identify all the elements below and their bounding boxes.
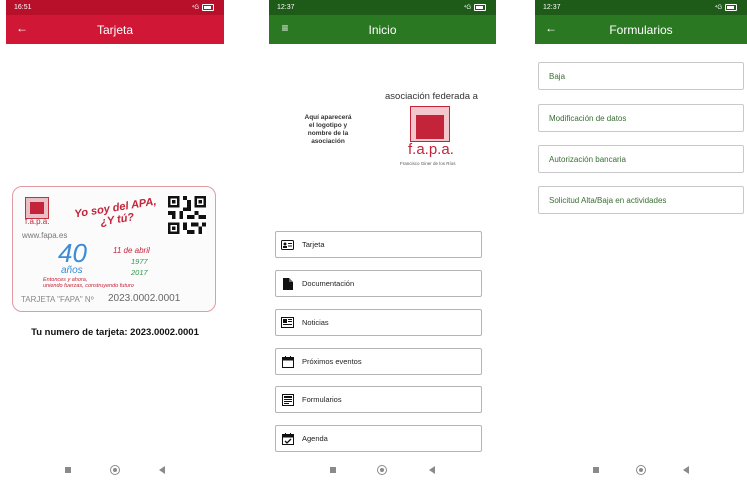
screen-formularios: 12:37 ⁴G ← Formularios Baja Modificación… bbox=[535, 0, 747, 485]
anniversary-date: 11 de abril bbox=[113, 246, 150, 255]
form-icon bbox=[281, 393, 294, 406]
membership-card: f.a.p.a. www.fapa.es Yo soy del APA, ¿Y … bbox=[12, 186, 216, 312]
form-label: Autorización bancaria bbox=[549, 154, 626, 164]
form-button-solicitud-actividades[interactable]: Solicitud Alta/Baja en actividades bbox=[538, 186, 744, 214]
system-nav-bar bbox=[535, 455, 747, 485]
form-label: Modificación de datos bbox=[549, 113, 627, 123]
year-end: 2017 bbox=[131, 268, 148, 277]
logo-placeholder-text: Aquí aparecerá el logotipo y nombre de l… bbox=[293, 114, 363, 146]
recents-icon[interactable] bbox=[65, 467, 72, 473]
card-number-text: Tu numero de tarjeta: 2023.0002.0001 bbox=[31, 327, 199, 338]
card-slogan: Yo soy del APA, ¿Y tú? bbox=[74, 196, 159, 233]
status-time: 16:51 bbox=[14, 4, 32, 11]
menu-button-agenda[interactable]: Agenda bbox=[275, 425, 482, 452]
fapa-logo-icon bbox=[25, 197, 49, 219]
page-title: Inicio bbox=[368, 22, 397, 37]
arrow-back-icon[interactable]: ← bbox=[14, 21, 30, 35]
federada-text: asociación federada a bbox=[385, 91, 478, 102]
menu-button-proximos-eventos[interactable]: Próximos eventos bbox=[275, 348, 482, 375]
year-start: 1977 bbox=[131, 257, 148, 266]
fapa-logo-text: f.a.p.a. bbox=[408, 141, 454, 158]
form-button-autorizacion-bancaria[interactable]: Autorización bancaria bbox=[538, 145, 744, 173]
document-icon bbox=[281, 277, 294, 290]
calendar-icon bbox=[281, 355, 294, 368]
battery-icon bbox=[725, 4, 737, 11]
calendar-check-icon bbox=[281, 432, 294, 445]
battery-icon bbox=[202, 4, 214, 11]
signal-icon: ⁴G bbox=[463, 4, 471, 11]
signal-icon: ⁴G bbox=[191, 4, 199, 11]
menu-button-formularios[interactable]: Formularios bbox=[275, 386, 482, 413]
status-time: 12:37 bbox=[277, 4, 295, 11]
card-motto: Entonces y ahora, uniendo fuerzas, const… bbox=[43, 277, 134, 289]
form-label: Baja bbox=[549, 71, 566, 81]
screen-tarjeta: 16:51 ⁴G ← Tarjeta f.a.p.a. www.fapa.es … bbox=[6, 0, 224, 485]
card-org-name: f.a.p.a. bbox=[25, 217, 50, 226]
status-time: 12:37 bbox=[543, 4, 561, 11]
battery-icon bbox=[474, 4, 486, 11]
status-bar: 12:37 ⁴G bbox=[269, 0, 496, 15]
status-bar: 16:51 ⁴G bbox=[6, 0, 224, 15]
card-number-label: TARJETA "FAPA" Nº bbox=[21, 295, 94, 304]
menu-icon[interactable]: ≡ bbox=[277, 21, 293, 35]
menu-label: Agenda bbox=[302, 434, 328, 443]
placeholder-line-3: nombre de la bbox=[307, 130, 349, 137]
menu-button-noticias[interactable]: Noticias bbox=[275, 309, 482, 336]
form-button-modificacion-datos[interactable]: Modificación de datos bbox=[538, 104, 744, 132]
system-nav-bar bbox=[269, 455, 496, 485]
signal-icon: ⁴G bbox=[714, 4, 722, 11]
menu-label: Próximos eventos bbox=[302, 357, 362, 366]
menu-button-tarjeta[interactable]: Tarjeta bbox=[275, 231, 482, 258]
home-icon[interactable] bbox=[109, 465, 120, 475]
qr-code-icon bbox=[168, 195, 206, 235]
screen-inicio: 12:37 ⁴G ≡ Inicio Aquí aparecerá el logo… bbox=[269, 0, 496, 485]
system-nav-bar bbox=[6, 455, 224, 485]
form-button-baja[interactable]: Baja bbox=[538, 62, 744, 90]
menu-button-documentacion[interactable]: Documentación bbox=[275, 270, 482, 297]
id-card-icon bbox=[281, 239, 294, 251]
news-icon bbox=[281, 317, 294, 329]
fapa-logo-subtitle: Francisco Giner de los Ríos bbox=[400, 161, 456, 166]
app-bar: ← Formularios bbox=[535, 15, 747, 44]
recents-icon[interactable] bbox=[593, 467, 600, 473]
app-bar: ← Tarjeta bbox=[6, 15, 224, 44]
home-icon[interactable] bbox=[377, 465, 388, 475]
status-bar: 12:37 ⁴G bbox=[535, 0, 747, 15]
back-icon[interactable] bbox=[682, 466, 689, 474]
page-title: Tarjeta bbox=[96, 22, 134, 37]
back-icon[interactable] bbox=[158, 466, 165, 474]
menu-label: Noticias bbox=[302, 318, 329, 327]
card-number-value: 2023.0002.0001 bbox=[108, 293, 181, 304]
home-icon[interactable] bbox=[635, 465, 646, 475]
app-bar: ≡ Inicio bbox=[269, 15, 496, 44]
form-label: Solicitud Alta/Baja en actividades bbox=[549, 195, 667, 205]
fapa-logo-icon bbox=[410, 106, 450, 142]
page-title: Formularios bbox=[609, 22, 673, 37]
back-icon[interactable] bbox=[429, 466, 436, 474]
menu-label: Formularios bbox=[302, 395, 342, 404]
recents-icon[interactable] bbox=[329, 467, 336, 473]
motto-line-2: uniendo fuerzas, construyendo futuro bbox=[43, 283, 134, 289]
menu-label: Tarjeta bbox=[302, 240, 325, 249]
anniversary-word: años bbox=[61, 265, 83, 276]
menu-label: Documentación bbox=[302, 279, 355, 288]
placeholder-line-1: Aquí aparecerá bbox=[304, 114, 352, 121]
anniversary-number: 40 bbox=[58, 238, 87, 268]
arrow-back-icon[interactable]: ← bbox=[543, 21, 559, 35]
placeholder-line-4: asociación bbox=[311, 138, 345, 145]
placeholder-line-2: el logotipo y bbox=[308, 122, 348, 129]
